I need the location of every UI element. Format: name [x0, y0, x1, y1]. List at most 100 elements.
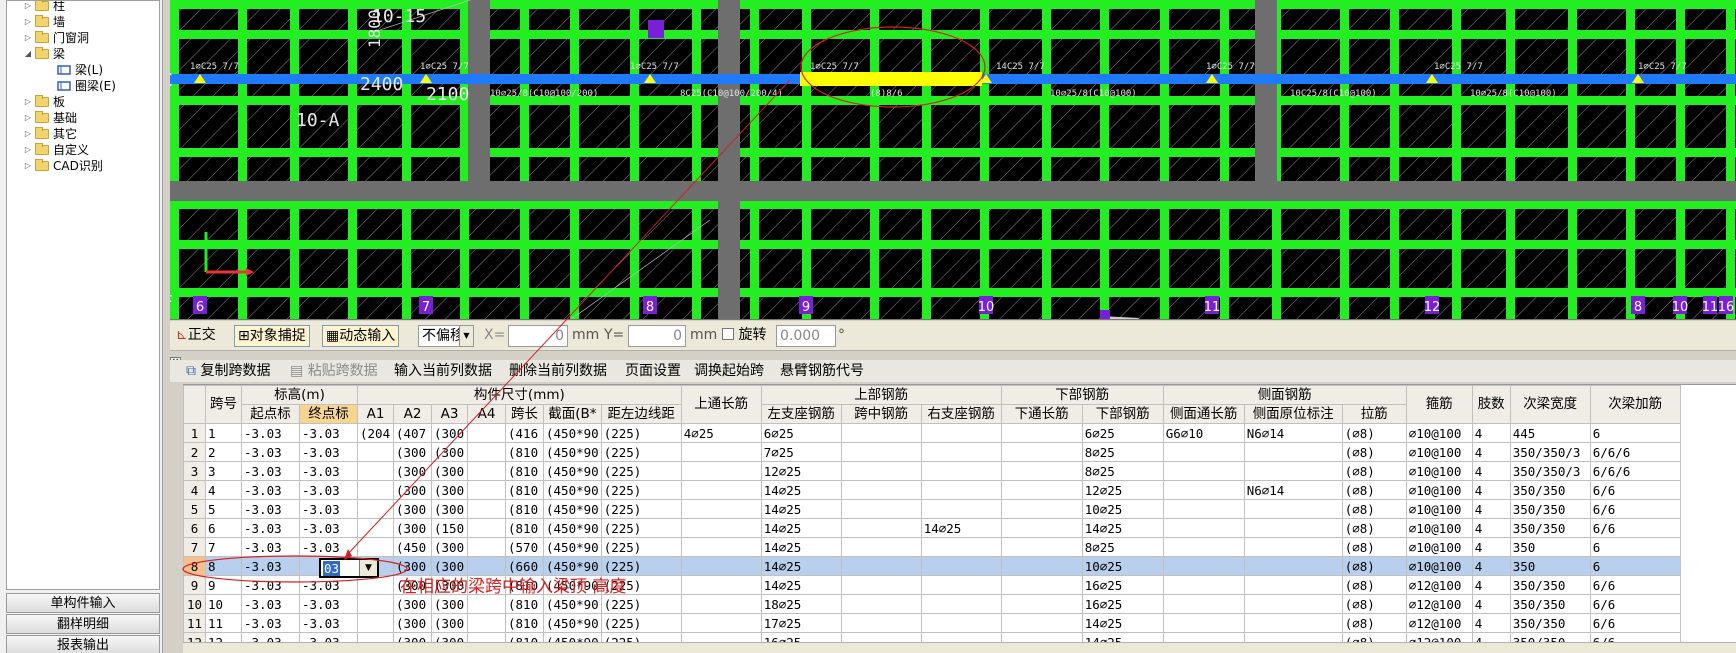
table-cell[interactable]: [467, 423, 506, 443]
table-cell[interactable]: (⌀8): [1341, 556, 1407, 576]
table-cell[interactable]: 4⌀25: [680, 423, 762, 443]
table-cell[interactable]: -3.03: [241, 613, 300, 633]
table-cell[interactable]: 14⌀25: [760, 480, 842, 500]
table-cell[interactable]: [467, 537, 506, 557]
table-cell[interactable]: -3.03: [241, 423, 300, 443]
table-cell[interactable]: [920, 423, 1002, 443]
table-cell[interactable]: (225): [600, 518, 682, 538]
table-cell[interactable]: (204: [357, 423, 394, 443]
swap-start-span-button[interactable]: 调换起始跨: [694, 362, 764, 380]
table-cell[interactable]: (300: [431, 423, 468, 443]
table-cell[interactable]: (300: [393, 594, 432, 614]
chevron-down-icon[interactable]: ▼: [359, 560, 377, 576]
table-cell[interactable]: 18⌀25: [760, 594, 842, 614]
table-cell[interactable]: -3.03: [241, 594, 300, 614]
table-cell[interactable]: [357, 518, 394, 538]
table-cell[interactable]: (450*90: [543, 461, 602, 481]
table-cell[interactable]: ⌀10@100: [1405, 537, 1473, 557]
expand-icon[interactable]: ▷: [23, 30, 33, 46]
cad-drawing[interactable]: 1⌀C25 7/7 1⌀C25 7/7 1⌀C25 7/7 1⌀C25 7/7 14C2…: [170, 0, 1736, 320]
expand-icon[interactable]: ▷: [23, 1, 33, 14]
table-cell[interactable]: [1000, 442, 1083, 462]
table-cell[interactable]: [1000, 613, 1083, 633]
table-cell[interactable]: ⌀10@100: [1405, 480, 1473, 500]
table-cell[interactable]: ⌀10@100: [1405, 442, 1473, 462]
table-cell[interactable]: [920, 461, 1002, 481]
table-cell[interactable]: [1243, 442, 1343, 462]
table-cell[interactable]: 350/350: [1509, 613, 1591, 633]
table-cell[interactable]: (225): [600, 480, 682, 500]
table-cell[interactable]: [1000, 461, 1083, 481]
table-cell[interactable]: 4: [1471, 575, 1511, 595]
table-row[interactable]: 7 7 -3.03 -3.03 (450 (300 (570 (450*90 (225) 14⌀2…: [183, 537, 1681, 557]
table-cell[interactable]: (300: [431, 499, 468, 519]
table-cell[interactable]: 350: [1509, 556, 1591, 576]
table-cell[interactable]: [467, 480, 506, 500]
column-header[interactable]: 拉筋: [1341, 404, 1407, 424]
table-cell[interactable]: 14⌀25: [760, 518, 842, 538]
table-cell[interactable]: (⌀8): [1341, 518, 1407, 538]
table-cell[interactable]: 6/6: [1589, 594, 1681, 614]
table-cell[interactable]: [680, 575, 762, 595]
table-row[interactable]: 6 6 -3.03 -3.03 (300 (150 (810 (450*90 (225) 14⌀2…: [183, 518, 1681, 538]
expand-icon[interactable]: ▷: [23, 94, 33, 110]
table-cell[interactable]: 6: [1589, 556, 1681, 576]
cantilever-code-button[interactable]: 悬臂钢筋代号: [780, 362, 864, 380]
x-input[interactable]: 0: [508, 325, 568, 347]
table-cell[interactable]: [467, 518, 506, 538]
table-cell[interactable]: [1162, 537, 1245, 557]
rotate-checkbox[interactable]: 旋转: [722, 325, 766, 347]
table-cell[interactable]: (225): [600, 442, 682, 462]
table-cell[interactable]: [680, 613, 762, 633]
table-cell[interactable]: (⌀8): [1341, 537, 1407, 557]
table-cell[interactable]: 12: [205, 632, 242, 642]
table-cell[interactable]: (300: [393, 461, 432, 481]
table-cell[interactable]: (225): [600, 594, 682, 614]
table-cell[interactable]: 4: [1471, 613, 1511, 633]
table-cell[interactable]: 3: [205, 461, 242, 481]
table-cell[interactable]: [357, 632, 394, 642]
table-cell[interactable]: [1243, 499, 1343, 519]
table-row[interactable]: 10 10 -3.03 -3.03 (300 (300 (810 (450*90 (225) 18…: [183, 594, 1681, 614]
table-cell[interactable]: [840, 613, 922, 633]
table-cell[interactable]: [680, 632, 762, 642]
table-cell[interactable]: (300: [431, 537, 468, 557]
table-cell[interactable]: 14⌀25: [760, 556, 842, 576]
column-header[interactable]: 距左边线距: [600, 404, 682, 424]
table-row[interactable]: 11 11 -3.03 -3.03 (300 (300 (810 (450*90 (225) 17…: [183, 613, 1681, 633]
table-cell[interactable]: 4: [1471, 632, 1511, 642]
table-cell[interactable]: (225): [600, 613, 682, 633]
table-cell[interactable]: 2: [205, 442, 242, 462]
table-cell[interactable]: (300: [431, 480, 468, 500]
table-cell[interactable]: ⌀12@100: [1405, 632, 1473, 642]
table-cell[interactable]: ⌀12@100: [1405, 594, 1473, 614]
table-cell[interactable]: -3.03: [299, 461, 358, 481]
table-cell[interactable]: (450*90: [543, 537, 602, 557]
table-cell[interactable]: 4: [205, 480, 242, 500]
table-cell[interactable]: [920, 613, 1002, 633]
table-cell[interactable]: (⌀8): [1341, 499, 1407, 519]
table-cell[interactable]: (⌀8): [1341, 632, 1407, 642]
table-cell[interactable]: [840, 461, 922, 481]
table-cell[interactable]: (300: [431, 461, 468, 481]
table-cell[interactable]: (810: [505, 613, 544, 633]
table-cell[interactable]: [840, 480, 922, 500]
table-cell[interactable]: [1000, 556, 1083, 576]
table-cell[interactable]: 8⌀25: [1081, 461, 1164, 481]
table-cell[interactable]: -3.03: [299, 594, 358, 614]
editor-value[interactable]: 03: [323, 561, 341, 576]
table-cell[interactable]: [467, 632, 506, 642]
table-cell[interactable]: (450*90: [543, 613, 602, 633]
table-cell[interactable]: -3.03: [299, 518, 358, 538]
column-header[interactable]: 侧面通长筋: [1162, 404, 1245, 424]
table-cell[interactable]: 6/6: [1589, 613, 1681, 633]
table-cell[interactable]: (300: [431, 594, 468, 614]
table-cell[interactable]: 6/6: [1589, 518, 1681, 538]
expand-icon[interactable]: ▷: [23, 14, 33, 30]
table-cell[interactable]: [1162, 518, 1245, 538]
offset-select[interactable]: 不偏移 ▼: [418, 325, 474, 347]
table-cell[interactable]: (450*90: [543, 442, 602, 462]
table-cell[interactable]: 6/6: [1589, 632, 1681, 642]
table-cell[interactable]: [680, 556, 762, 576]
table-cell[interactable]: (225): [600, 537, 682, 557]
